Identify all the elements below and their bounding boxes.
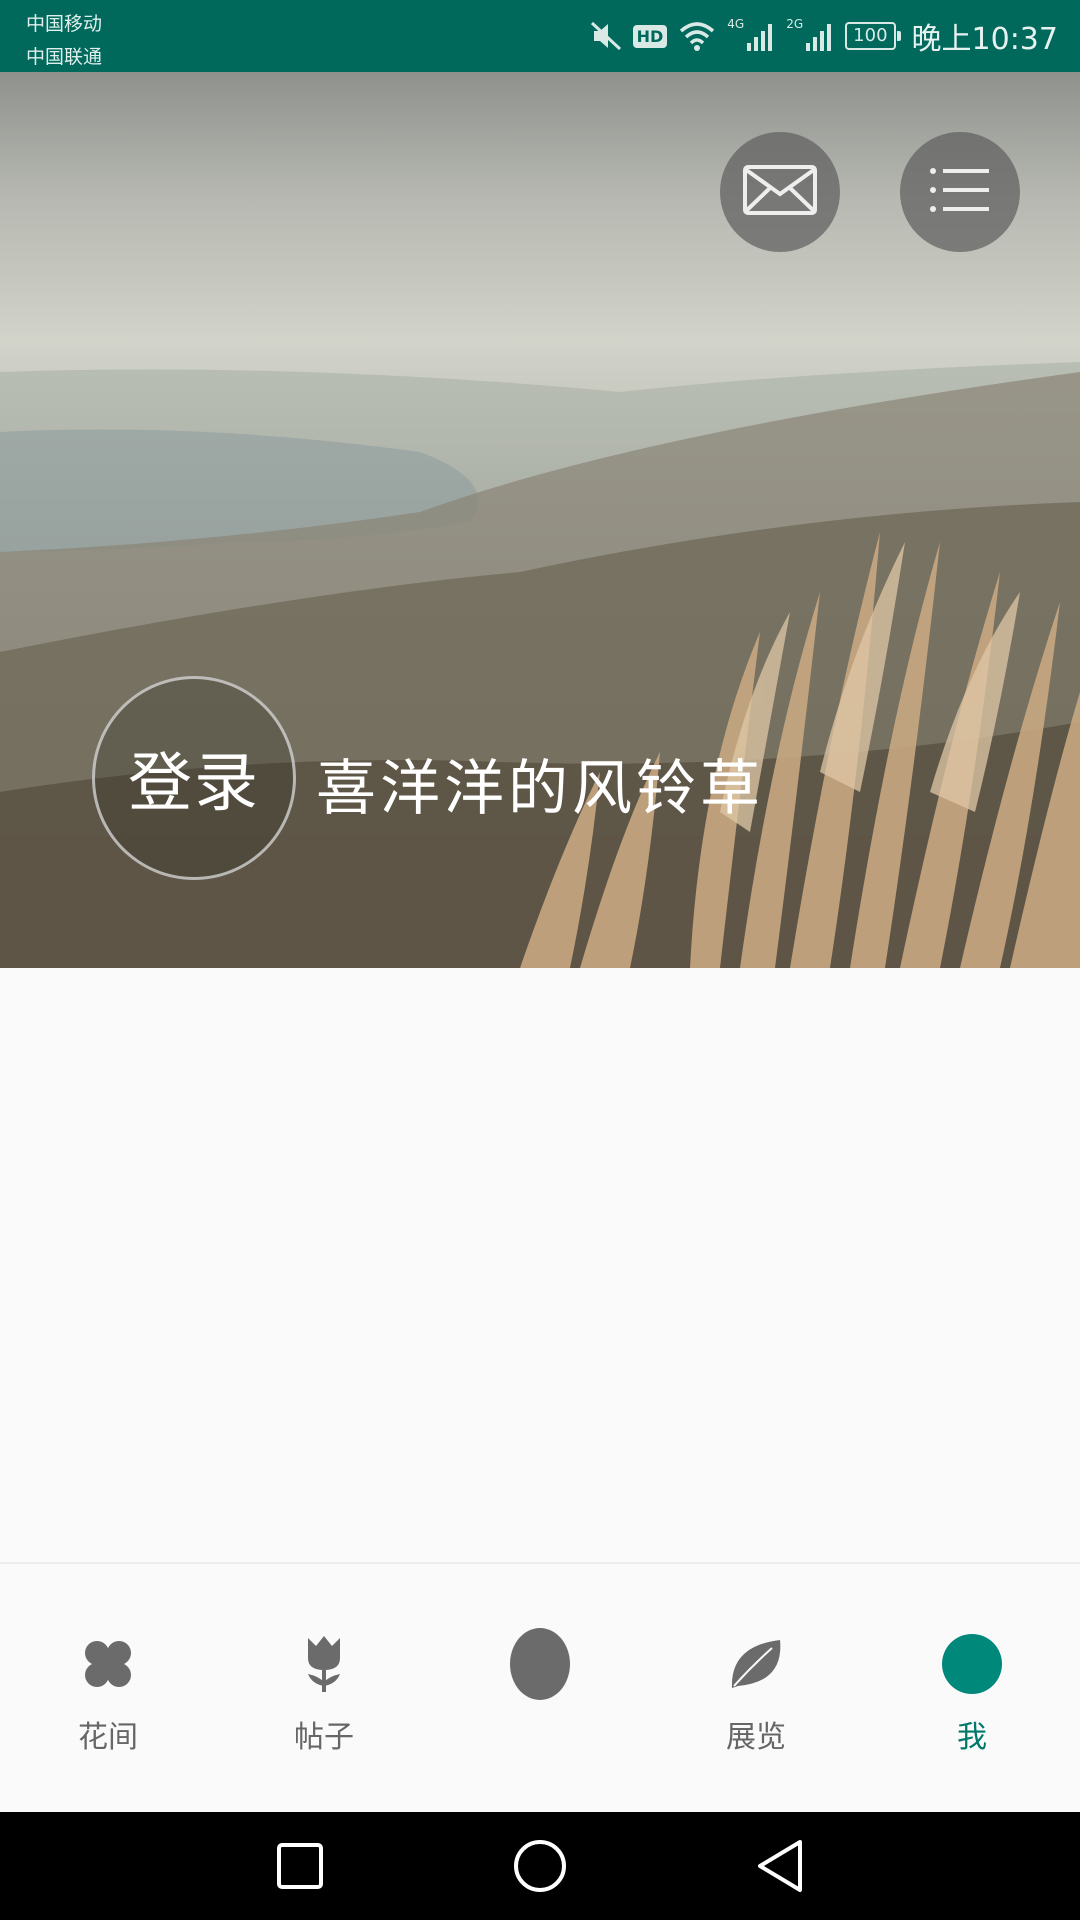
- mute-icon: [589, 19, 623, 53]
- center-circle-icon: [510, 1628, 570, 1700]
- nav-item-tiezi[interactable]: 帖子: [216, 1564, 432, 1812]
- nav-item-center[interactable]: [432, 1564, 648, 1812]
- triangle-back-icon: [758, 1840, 802, 1892]
- status-bar: 中国移动 中国联通 HD 4G 2G 100 晚上10:37: [0, 0, 1080, 72]
- content-area: [0, 968, 1080, 1562]
- clock: 晚上10:37: [911, 22, 1058, 57]
- network-label-2: 2G: [786, 17, 804, 31]
- nav-label-zhanlan: 展览: [726, 1720, 786, 1755]
- signal-icon-1: [746, 19, 776, 53]
- network-label-1: 4G: [727, 17, 745, 31]
- tulip-icon: [294, 1634, 354, 1694]
- login-label: 登录: [128, 747, 260, 821]
- me-icon: [942, 1634, 1002, 1694]
- menu-icon: [929, 165, 991, 219]
- login-avatar-button[interactable]: 登录: [92, 676, 296, 880]
- hd-badge: HD: [632, 24, 668, 48]
- clover-icon: [78, 1634, 138, 1694]
- leaf-icon: [726, 1634, 786, 1694]
- mail-icon: [742, 164, 818, 220]
- nav-label-me: 我: [957, 1720, 987, 1755]
- wifi-icon: [677, 19, 717, 53]
- profile-header: 登录 喜洋洋的风铃草: [0, 72, 1080, 968]
- carrier-2: 中国联通: [26, 46, 103, 68]
- nav-item-huajian[interactable]: 花间: [0, 1564, 216, 1812]
- signal-icon-2: [805, 19, 835, 53]
- carrier-info: 中国移动 中国联通: [26, 8, 102, 74]
- menu-button[interactable]: [900, 132, 1020, 252]
- circle-icon: [514, 1840, 566, 1892]
- back-button[interactable]: [750, 1836, 810, 1896]
- nav-item-zhanlan[interactable]: 展览: [648, 1564, 864, 1812]
- nav-label-tiezi: 帖子: [294, 1720, 354, 1755]
- home-button[interactable]: [510, 1836, 570, 1896]
- square-icon: [277, 1843, 323, 1889]
- mail-button[interactable]: [720, 132, 840, 252]
- status-icons: HD 4G 2G 100 晚上10:37: [589, 0, 1058, 72]
- system-navigation-bar: [0, 1812, 1080, 1920]
- bottom-navigation: 花间 帖子 展览 我: [0, 1562, 1080, 1812]
- username: 喜洋洋的风铃草: [316, 754, 764, 824]
- battery-icon: 100: [845, 22, 901, 50]
- recent-apps-button[interactable]: [270, 1836, 330, 1896]
- carrier-1: 中国移动: [26, 13, 103, 35]
- nav-item-me[interactable]: 我: [864, 1564, 1080, 1812]
- nav-label-huajian: 花间: [78, 1720, 138, 1755]
